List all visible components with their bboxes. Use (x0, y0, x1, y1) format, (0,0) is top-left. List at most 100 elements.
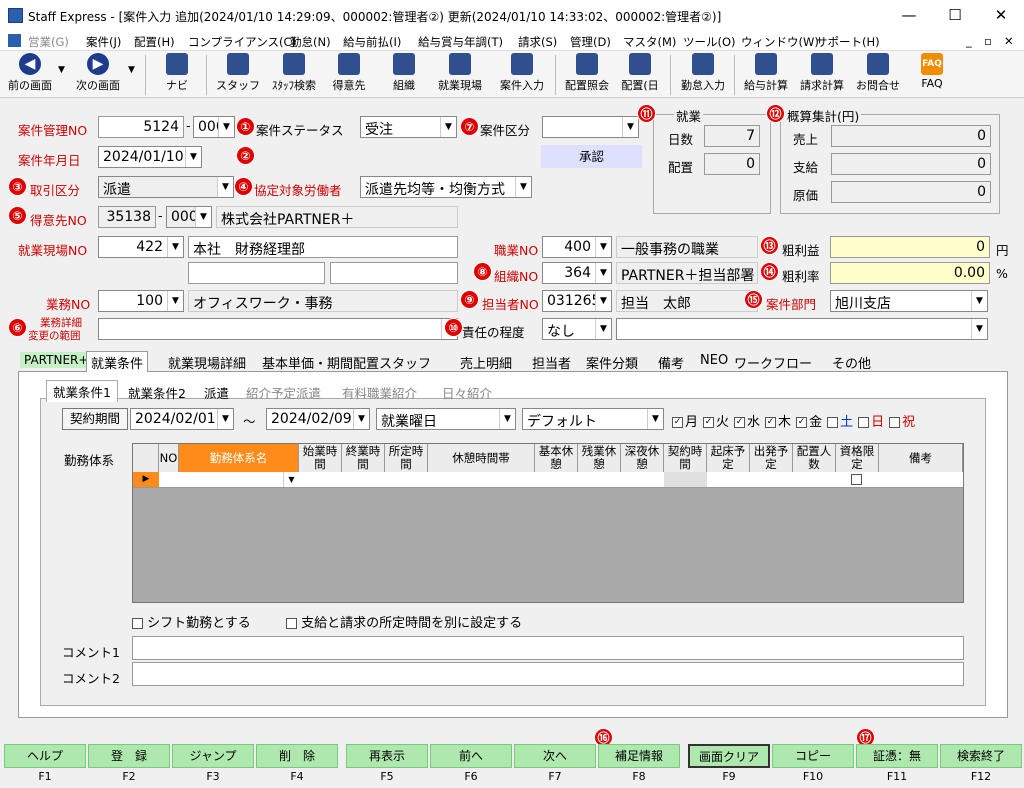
weekday-7[interactable]: 祝 (889, 415, 915, 430)
back-dropdown-icon[interactable]: ▼ (58, 65, 65, 75)
menu-prepay[interactable]: 給与前払(I) (343, 34, 401, 50)
checkbox-icon[interactable] (889, 417, 901, 428)
subtab-work-2[interactable]: 就業条件2 (128, 383, 186, 402)
navi-button[interactable]: ナビ (155, 53, 199, 93)
period-from-select[interactable]: 2024/02/01 ▼ (130, 408, 234, 430)
next-dropdown-icon[interactable]: ▼ (128, 65, 135, 75)
fkey-button-f3[interactable]: ジャンプ (172, 744, 254, 768)
tab-unit-price[interactable]: 基本単価・期間配置スタッフ (262, 353, 431, 372)
attendance-button[interactable]: 勤怠入力 (676, 53, 730, 93)
pattern-select[interactable]: デフォルト ▼ (522, 408, 664, 430)
minimize-button[interactable]: — (886, 0, 932, 31)
fkey-button-f10[interactable]: コピー (772, 744, 854, 768)
case-kind-select[interactable]: ▼ (542, 116, 639, 138)
weekday-2[interactable]: ✓ 水 (734, 415, 760, 430)
tab-notes[interactable]: 備考 (658, 353, 684, 372)
trade-select[interactable]: 派遣 ▼ (98, 176, 234, 198)
fkey-button-f1[interactable]: ヘルプ (4, 744, 86, 768)
detail-select[interactable]: ▼ (98, 318, 458, 340)
menu-support[interactable]: サポート(H) (816, 34, 880, 50)
menu-case[interactable]: 案件(J) (86, 34, 121, 50)
org-button[interactable]: 組織 (382, 53, 426, 93)
assign-ref-button[interactable]: 配置照会 (560, 53, 614, 93)
job-no-select[interactable]: 400 ▼ (542, 236, 612, 258)
weekday-1[interactable]: ✓ 火 (703, 415, 729, 430)
checkbox-icon[interactable] (858, 417, 870, 428)
menu-compliance[interactable]: コンプライアンス(C) (188, 34, 296, 50)
faq-button[interactable]: FAQ FAQ (910, 53, 954, 90)
separate-option[interactable]: 支給と請求の所定時間を別に設定する (286, 612, 522, 631)
case-status-select[interactable]: 受注 ▼ (360, 116, 457, 138)
fkey-button-f9[interactable]: 画面クリア (688, 744, 770, 768)
menu-attendance[interactable]: 勤怠(N) (290, 34, 331, 50)
fkey-button-f6[interactable]: 前へ (430, 744, 512, 768)
checkbox-icon[interactable]: ✓ (734, 417, 746, 428)
duty-no-select[interactable]: 100 ▼ (98, 290, 184, 312)
period-button[interactable]: 契約期間 (62, 408, 128, 430)
month-select[interactable]: 2024/01/10 ▼ (98, 146, 202, 168)
tab-workflow[interactable]: ワークフロー (734, 353, 812, 372)
fkey-button-f2[interactable]: 登 録 (88, 744, 170, 768)
contact-button[interactable]: お問合せ (852, 53, 904, 93)
fkey-button-f5[interactable]: 再表示 (346, 744, 428, 768)
rep-no-select[interactable]: 031265 ▼ (542, 290, 612, 312)
subtab-paid-intro[interactable]: 有料職業紹介 (342, 383, 417, 402)
menu-salary[interactable]: 給与賞与年調(T) (418, 34, 503, 50)
subtab-daily-intro[interactable]: 日々紹介 (442, 383, 492, 402)
menu-window[interactable]: ウィンドウ(W) (741, 34, 819, 50)
site-extra-field-2[interactable] (330, 262, 458, 284)
resp-select[interactable]: なし ▼ (542, 318, 612, 340)
next-button[interactable]: ▶ 次の画面 (72, 53, 124, 93)
period-to-select[interactable]: 2024/02/09 ▼ (266, 408, 370, 430)
row-name-dropdown-icon[interactable]: ▼ (283, 472, 299, 487)
checkbox-icon[interactable]: ✓ (796, 417, 808, 428)
mdi-minimize-icon[interactable]: _ (966, 34, 972, 48)
menu-master[interactable]: マスタ(M) (623, 34, 676, 50)
tab-work-conditions[interactable]: 就業条件 (86, 351, 149, 373)
maximize-button[interactable]: ☐ (932, 0, 978, 31)
shift-option[interactable]: シフト勤務とする (132, 612, 251, 631)
site-no-select[interactable]: 422 ▼ (98, 236, 184, 258)
subtab-dispatch[interactable]: 派遣 (204, 383, 229, 402)
tab-rep[interactable]: 担当者 (532, 353, 571, 372)
fkey-button-f8[interactable]: 補足情報 (598, 744, 680, 768)
mdi-restore-icon[interactable]: ▫ (984, 34, 992, 48)
menu-billing[interactable]: 請求(S) (518, 34, 557, 50)
subtab-work-1[interactable]: 就業条件1 (46, 380, 118, 402)
checkbox-icon[interactable] (827, 417, 839, 428)
tab-other[interactable]: その他 (832, 353, 871, 372)
qualified-checkbox[interactable] (851, 474, 862, 485)
tab-neo[interactable]: NEO (700, 353, 728, 368)
weekday-4[interactable]: ✓ 金 (796, 415, 822, 430)
fkey-button-f4[interactable]: 削 除 (256, 744, 338, 768)
client-no-field[interactable]: 35138 (98, 206, 156, 228)
grid-row[interactable]: ▶ ▼ (133, 472, 963, 488)
staff-button[interactable]: スタッフ (214, 53, 262, 93)
dept-select[interactable]: 旭川支店 ▼ (830, 290, 988, 312)
weekday-3[interactable]: ✓ 木 (765, 415, 791, 430)
tab-site-detail[interactable]: 就業現場詳細 (168, 353, 246, 372)
assign-day-button[interactable]: 配置(日 (616, 53, 664, 93)
close-button[interactable]: ✕ (978, 0, 1024, 31)
menu-manage[interactable]: 管理(D) (570, 34, 611, 50)
fkey-button-f11[interactable]: 証憑：無 (856, 744, 938, 768)
weekday-0[interactable]: ✓ 月 (672, 415, 698, 430)
staff-search-button[interactable]: ｽﾀｯﾌ検索 (266, 53, 322, 93)
case-sub-select[interactable]: 000 ▼ (193, 116, 235, 138)
tab-partner[interactable]: PARTNER+ (20, 352, 93, 368)
bill-calc-button[interactable]: 請求計算 (796, 53, 848, 93)
comment2-field[interactable] (132, 662, 964, 686)
agree-select[interactable]: 派遣先均等・均衡方式 ▼ (360, 176, 532, 198)
menu-tools[interactable]: ツール(O) (683, 34, 736, 50)
checkbox-icon[interactable]: ✓ (703, 417, 715, 428)
case-input-button[interactable]: 案件入力 (494, 53, 550, 93)
approve-button[interactable]: 承認 (541, 145, 642, 168)
weekday-5[interactable]: 土 (827, 415, 853, 430)
client-sub-select[interactable]: 000 ▼ (166, 206, 212, 228)
back-button[interactable]: ◀ 前の画面 (4, 53, 56, 93)
menu-assign[interactable]: 配置(H) (134, 34, 175, 50)
client-button[interactable]: 得意先 (326, 53, 372, 93)
separate-checkbox[interactable] (286, 618, 297, 629)
checkbox-icon[interactable]: ✓ (765, 417, 777, 428)
subtab-intro-dispatch[interactable]: 紹介予定派遣 (246, 383, 321, 402)
